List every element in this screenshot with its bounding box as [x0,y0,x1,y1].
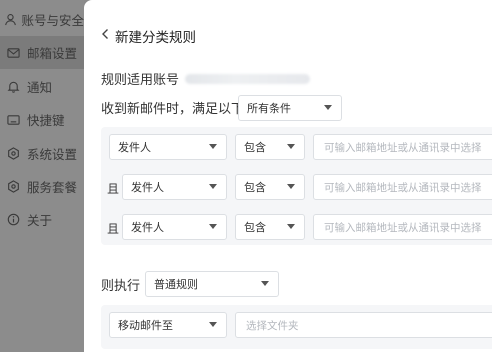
dropdown-arrow-icon [287,184,295,189]
condition-field-select[interactable]: 发件人 [109,134,227,160]
action-type-value: 移动邮件至 [118,319,173,332]
condition-value-input[interactable]: 可输入邮箱地址或从通讯录中选择 [313,174,492,200]
hexagon-settings-icon [2,147,24,160]
condition-operator-value: 包含 [244,141,266,154]
dropdown-arrow-icon [287,224,295,229]
dropdown-arrow-icon [287,144,295,149]
condition-field-value: 发件人 [131,221,164,234]
condition-value-input[interactable]: 可输入邮箱地址或从通讯录中选择 [313,134,492,160]
folder-select-input[interactable]: 选择文件夹 [235,312,492,338]
rule-target-label: 规则适用账号 [101,73,180,88]
dropdown-arrow-icon [209,322,217,327]
and-label: 且 [107,222,120,236]
sidebar-item-system-settings[interactable]: 系统设置 [0,137,84,170]
match-mode-value: 所有条件 [247,102,291,115]
action-type-select[interactable]: 移动邮件至 [109,312,227,338]
rule-type-select[interactable]: 普通规则 [145,271,279,297]
dropdown-arrow-icon [261,281,269,286]
condition-value-placeholder: 可输入邮箱地址或从通讯录中选择 [324,141,482,154]
sidebar-item-mailbox-settings[interactable]: 邮箱设置 [0,36,84,69]
condition-operator-value: 包含 [244,181,266,194]
condition-prefix: 收到新邮件时，满足以下 [101,101,245,117]
dropdown-arrow-icon [324,105,332,110]
condition-operator-select[interactable]: 包含 [235,214,305,240]
sidebar-item-notifications[interactable]: 通知 [0,70,84,103]
sidebar-item-label: 通知 [27,80,53,95]
rule-target-row: 规则适用账号 [101,69,311,88]
condition-value-placeholder: 可输入邮箱地址或从通讯录中选择 [324,181,482,194]
sidebar-item-label: 邮箱设置 [27,46,78,61]
execute-label: 则执行 [101,279,141,294]
condition-field-value: 发件人 [131,181,164,194]
hexagon-package-icon [2,180,24,193]
match-mode-select[interactable]: 所有条件 [238,95,342,121]
bell-icon [2,80,24,93]
page-title: 新建分类规则 [115,30,196,46]
condition-operator-select[interactable]: 包含 [235,134,305,160]
settings-sidebar: 账号与安全 邮箱设置 通知 快捷键 系统设置 服务套餐 关于 [0,0,84,352]
dropdown-arrow-icon [209,224,217,229]
and-label: 且 [107,182,120,196]
condition-field-select[interactable]: 发件人 [122,214,227,240]
sidebar-item-label: 关于 [27,213,53,228]
user-icon [2,13,18,26]
condition-line: 收到新邮件时，满足以下 [101,95,244,119]
condition-value-placeholder: 可输入邮箱地址或从通讯录中选择 [324,221,482,234]
info-icon [2,213,24,226]
dropdown-arrow-icon [209,184,217,189]
back-button[interactable]: 新建分类规则 [101,26,196,46]
folder-placeholder: 选择文件夹 [246,319,299,332]
sidebar-item-about[interactable]: 关于 [0,203,84,236]
chevron-left-icon [101,28,115,44]
mail-icon [2,47,24,59]
condition-field-select[interactable]: 发件人 [122,174,227,200]
sidebar-item-account-security[interactable]: 账号与安全 [0,3,84,36]
sidebar-item-service-plan[interactable]: 服务套餐 [0,170,84,203]
blurred-account-address [185,73,311,84]
sidebar-item-label: 服务套餐 [27,180,78,195]
condition-operator-select[interactable]: 包含 [235,174,305,200]
sidebar-item-label: 系统设置 [27,147,78,162]
keyboard-icon [2,114,24,126]
rule-type-value: 普通规则 [154,278,198,291]
sidebar-item-label: 账号与安全 [21,13,84,28]
sidebar-item-shortcuts[interactable]: 快捷键 [0,103,84,136]
condition-field-value: 发件人 [118,141,151,154]
condition-value-input[interactable]: 可输入邮箱地址或从通讯录中选择 [313,214,492,240]
condition-operator-value: 包含 [244,221,266,234]
dropdown-arrow-icon [209,144,217,149]
sidebar-item-label: 快捷键 [27,113,65,128]
